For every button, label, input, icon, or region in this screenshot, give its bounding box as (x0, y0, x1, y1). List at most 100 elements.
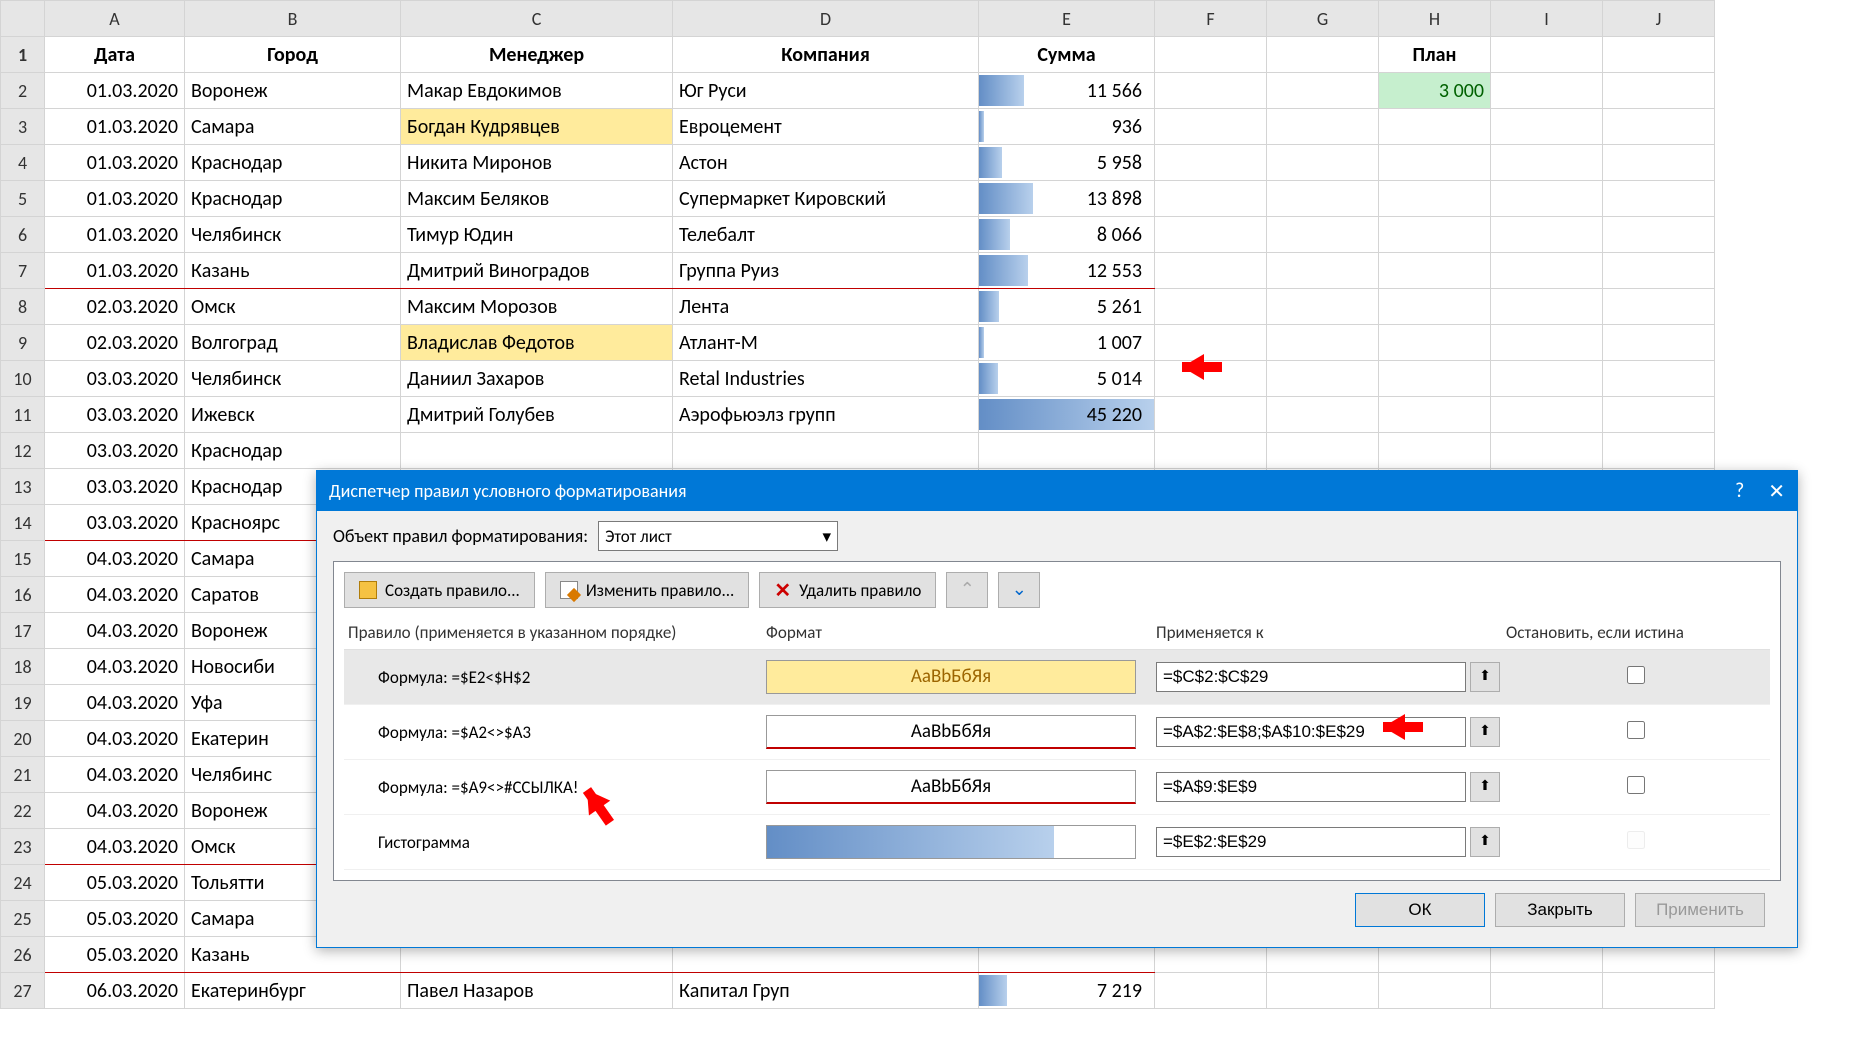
cell-I6[interactable] (1491, 217, 1603, 253)
row-hdr-24[interactable]: 24 (1, 865, 45, 901)
stop-if-true-checkbox[interactable] (1627, 666, 1645, 684)
cell-D5[interactable]: Супермаркет Кировский (673, 181, 979, 217)
cell-H9[interactable] (1379, 325, 1491, 361)
cell-A3[interactable]: 01.03.2020 (45, 109, 185, 145)
cell-G10[interactable] (1267, 361, 1379, 397)
cell-A18[interactable]: 04.03.2020 (45, 649, 185, 685)
row-hdr-11[interactable]: 11 (1, 397, 45, 433)
cell-C1[interactable]: Менеджер (401, 37, 673, 73)
cell-A5[interactable]: 01.03.2020 (45, 181, 185, 217)
row-hdr-23[interactable]: 23 (1, 829, 45, 865)
cell-F11[interactable] (1155, 397, 1267, 433)
cell-A12[interactable]: 03.03.2020 (45, 433, 185, 469)
cell-D4[interactable]: Астон (673, 145, 979, 181)
cell-G5[interactable] (1267, 181, 1379, 217)
cell-C2[interactable]: Макар Евдокимов (401, 73, 673, 109)
cell-J10[interactable] (1603, 361, 1715, 397)
rule-row-1[interactable]: Формула: =$A2<>$A3 АаВbБбЯя ⬆ (344, 705, 1770, 760)
cell-A11[interactable]: 03.03.2020 (45, 397, 185, 433)
col-hdr-H[interactable]: H (1379, 1, 1491, 37)
cell-F7[interactable] (1155, 253, 1267, 289)
cell-I7[interactable] (1491, 253, 1603, 289)
range-picker-icon[interactable]: ⬆ (1470, 772, 1500, 802)
row-hdr-21[interactable]: 21 (1, 757, 45, 793)
new-rule-button[interactable]: Создать правило... (344, 572, 535, 608)
cell-J4[interactable] (1603, 145, 1715, 181)
cell-D3[interactable]: Евроцемент (673, 109, 979, 145)
edit-rule-button[interactable]: Изменить правило... (545, 572, 750, 608)
cell-C8[interactable]: Максим Морозов (401, 289, 673, 325)
rule-row-2[interactable]: Формула: =$A9<>#ССЫЛКА! АаВbБбЯя ⬆ (344, 760, 1770, 815)
cell-G8[interactable] (1267, 289, 1379, 325)
cell-I11[interactable] (1491, 397, 1603, 433)
cell-I2[interactable] (1491, 73, 1603, 109)
cell-H8[interactable] (1379, 289, 1491, 325)
dialog-titlebar[interactable]: Диспетчер правил условного форматировани… (317, 471, 1797, 511)
cell-I27[interactable] (1491, 973, 1603, 1009)
move-up-button[interactable]: ⌃ (946, 572, 988, 608)
cell-B9[interactable]: Волгоград (185, 325, 401, 361)
row-hdr-10[interactable]: 10 (1, 361, 45, 397)
ok-button[interactable]: ОК (1355, 893, 1485, 927)
cell-C9[interactable]: Владислав Федотов (401, 325, 673, 361)
cell-E12[interactable] (979, 433, 1155, 469)
cell-A14[interactable]: 03.03.2020 (45, 505, 185, 541)
cell-C6[interactable]: Тимур Юдин (401, 217, 673, 253)
close-button[interactable]: Закрыть (1495, 893, 1625, 927)
cell-F3[interactable] (1155, 109, 1267, 145)
cell-G1[interactable] (1267, 37, 1379, 73)
cell-B11[interactable]: Ижевск (185, 397, 401, 433)
scope-select[interactable]: Этот лист ▾ (598, 521, 838, 551)
cell-H10[interactable] (1379, 361, 1491, 397)
cell-A16[interactable]: 04.03.2020 (45, 577, 185, 613)
row-hdr-4[interactable]: 4 (1, 145, 45, 181)
cell-D2[interactable]: Юг Руси (673, 73, 979, 109)
cell-C4[interactable]: Никита Миронов (401, 145, 673, 181)
cell-D7[interactable]: Группа Руиз (673, 253, 979, 289)
cell-J7[interactable] (1603, 253, 1715, 289)
range-picker-icon[interactable]: ⬆ (1470, 827, 1500, 857)
cell-I8[interactable] (1491, 289, 1603, 325)
cell-I1[interactable] (1491, 37, 1603, 73)
cell-J27[interactable] (1603, 973, 1715, 1009)
cell-J11[interactable] (1603, 397, 1715, 433)
cell-A7[interactable]: 01.03.2020 (45, 253, 185, 289)
cell-A10[interactable]: 03.03.2020 (45, 361, 185, 397)
applies-to-input[interactable] (1156, 827, 1466, 857)
cell-G11[interactable] (1267, 397, 1379, 433)
cell-C7[interactable]: Дмитрий Виноградов (401, 253, 673, 289)
row-hdr-2[interactable]: 2 (1, 73, 45, 109)
help-icon[interactable]: ? (1735, 479, 1744, 504)
close-icon[interactable]: ✕ (1768, 479, 1785, 504)
range-picker-icon[interactable]: ⬆ (1470, 717, 1500, 747)
cell-C12[interactable] (401, 433, 673, 469)
cell-A4[interactable]: 01.03.2020 (45, 145, 185, 181)
cell-D12[interactable] (673, 433, 979, 469)
range-picker-icon[interactable]: ⬆ (1470, 662, 1500, 692)
apply-button[interactable]: Применить (1635, 893, 1765, 927)
cell-I4[interactable] (1491, 145, 1603, 181)
cell-G3[interactable] (1267, 109, 1379, 145)
applies-to-input[interactable] (1156, 662, 1466, 692)
row-hdr-25[interactable]: 25 (1, 901, 45, 937)
cell-D27[interactable]: Капитал Груп (673, 973, 979, 1009)
cell-E2[interactable]: 11 566 (979, 73, 1155, 109)
row-hdr-17[interactable]: 17 (1, 613, 45, 649)
cell-C11[interactable]: Дмитрий Голубев (401, 397, 673, 433)
col-hdr-C[interactable]: C (401, 1, 673, 37)
cell-A20[interactable]: 04.03.2020 (45, 721, 185, 757)
cell-D8[interactable]: Лента (673, 289, 979, 325)
cell-J8[interactable] (1603, 289, 1715, 325)
cell-F1[interactable] (1155, 37, 1267, 73)
col-hdr-B[interactable]: B (185, 1, 401, 37)
cell-B10[interactable]: Челябинск (185, 361, 401, 397)
row-hdr-12[interactable]: 12 (1, 433, 45, 469)
cell-B1[interactable]: Город (185, 37, 401, 73)
cell-E3[interactable]: 936 (979, 109, 1155, 145)
cell-J5[interactable] (1603, 181, 1715, 217)
row-hdr-8[interactable]: 8 (1, 289, 45, 325)
cell-J3[interactable] (1603, 109, 1715, 145)
cell-A27[interactable]: 06.03.2020 (45, 973, 185, 1009)
cell-G7[interactable] (1267, 253, 1379, 289)
row-hdr-27[interactable]: 27 (1, 973, 45, 1009)
